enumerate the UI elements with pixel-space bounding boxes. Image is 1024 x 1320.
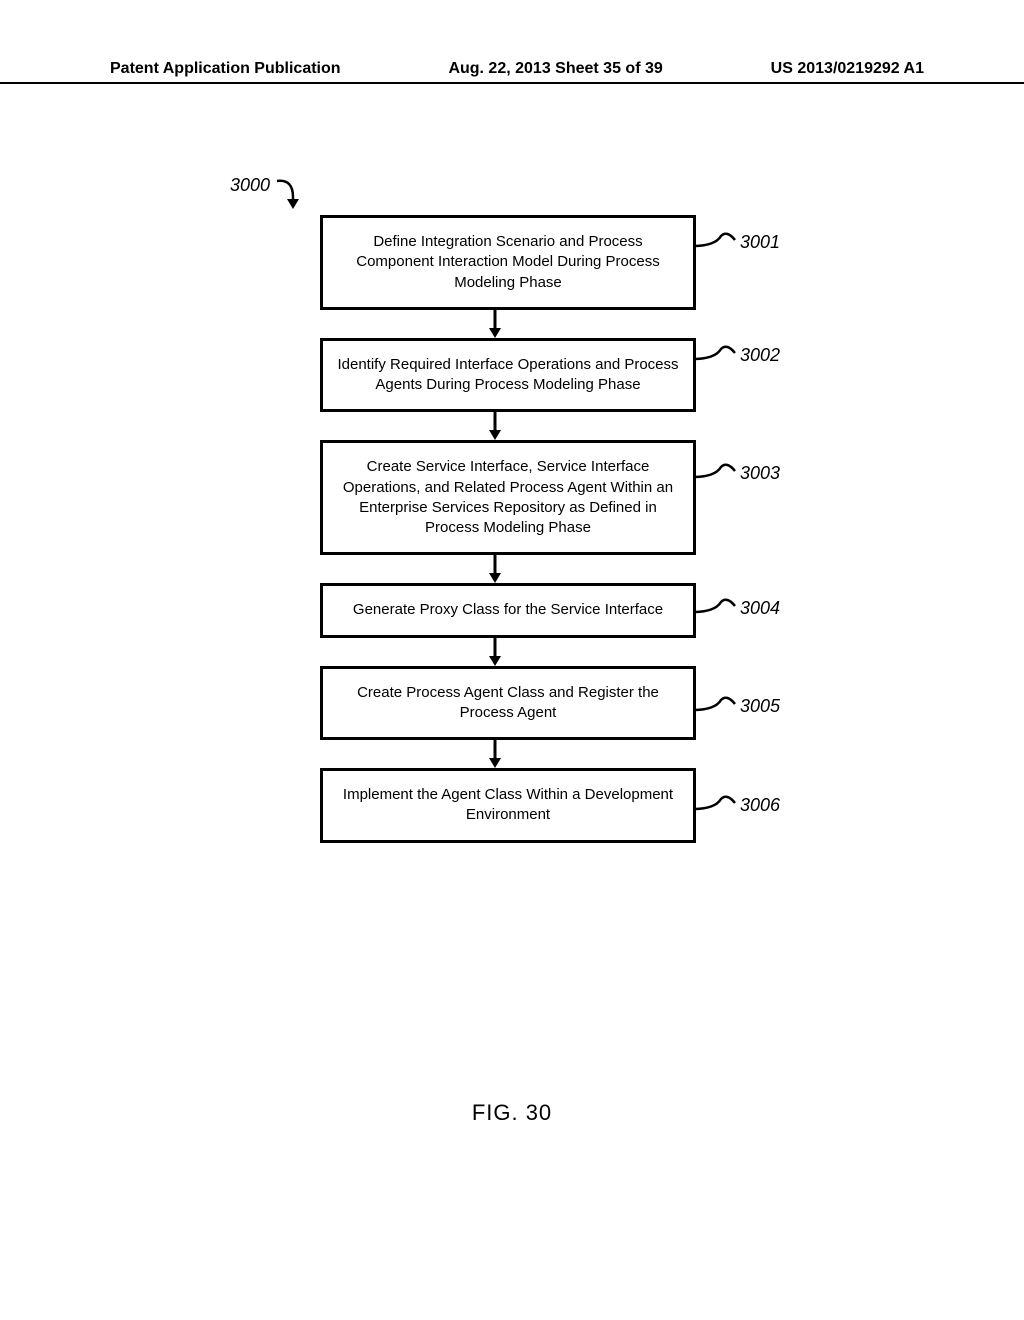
step-text: Identify Required Interface Operations a… [337, 356, 678, 393]
step-reference-3002: 3002 [740, 345, 780, 366]
flow-step-3001: Define Integration Scenario and Process … [320, 215, 696, 310]
header-left: Patent Application Publication [110, 60, 341, 78]
flow-step-3003: Create Service Interface, Service Interf… [320, 440, 696, 555]
ref-connector-icon [693, 345, 739, 373]
flow-step-3002: Identify Required Interface Operations a… [320, 338, 696, 413]
step-reference-3004: 3004 [740, 598, 780, 619]
ref-connector-icon [693, 795, 739, 823]
step-text: Generate Proxy Class for the Service Int… [353, 601, 663, 618]
flowchart: Define Integration Scenario and Process … [320, 215, 690, 843]
diagram-ref-arrow-icon [275, 175, 305, 215]
step-reference-3005: 3005 [740, 696, 780, 717]
step-reference-3003: 3003 [740, 463, 780, 484]
step-reference-3001: 3001 [740, 232, 780, 253]
ref-connector-icon [693, 232, 739, 260]
patent-page: Patent Application Publication Aug. 22, … [0, 0, 1024, 1320]
step-text: Implement the Agent Class Within a Devel… [343, 786, 673, 823]
step-text: Define Integration Scenario and Process … [356, 233, 660, 291]
step-text: Create Process Agent Class and Register … [357, 684, 659, 721]
flow-step-3004: Generate Proxy Class for the Service Int… [320, 583, 696, 637]
diagram-reference-number: 3000 [230, 175, 270, 196]
header-center: Aug. 22, 2013 Sheet 35 of 39 [448, 60, 662, 78]
ref-connector-icon [693, 696, 739, 724]
flow-step-3006: Implement the Agent Class Within a Devel… [320, 768, 696, 843]
flow-step-3005: Create Process Agent Class and Register … [320, 666, 696, 741]
step-text: Create Service Interface, Service Interf… [343, 458, 673, 536]
step-reference-3006: 3006 [740, 795, 780, 816]
page-header: Patent Application Publication Aug. 22, … [0, 60, 1024, 84]
ref-connector-icon [693, 463, 739, 491]
ref-connector-icon [693, 598, 739, 626]
figure-caption: FIG. 30 [0, 1100, 1024, 1126]
header-right: US 2013/0219292 A1 [771, 60, 924, 78]
